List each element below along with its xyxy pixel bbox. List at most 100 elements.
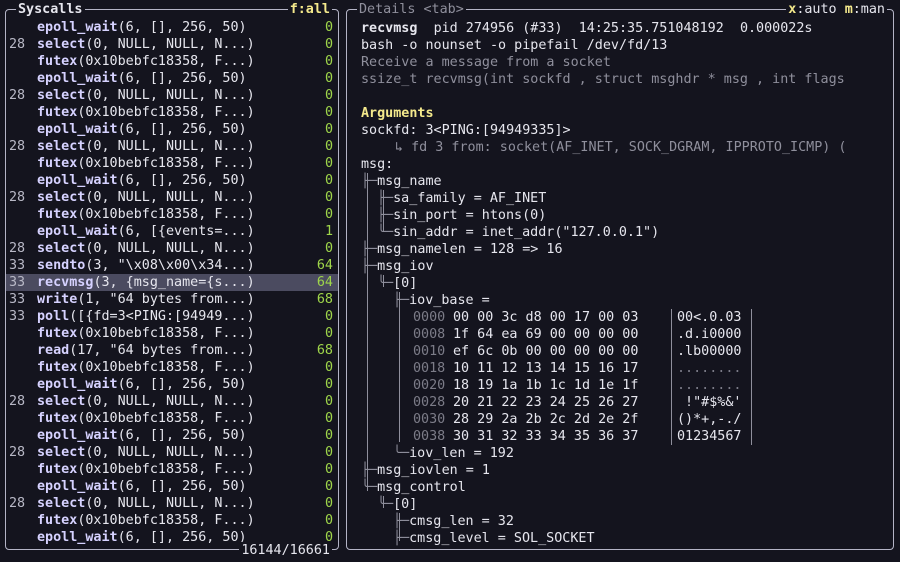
syscall-args: (6, [], 256, 50) [117,20,247,35]
syscall-call: epoll_wait(6, [], 256, 50) [37,121,247,138]
syscall-row[interactable]: 33 sendto(3, "\x08\x00\x34...) 64 [6,257,338,274]
syscall-call: epoll_wait(6, [], 256, 50) [37,529,247,546]
syscall-return: 0 [324,122,333,137]
sockfd-arg: sockfd: 3<PING:[94949335]> [361,122,571,139]
sin-addr-node: ╰─sin_addr = inet_addr("127.0.0.1") [377,225,660,240]
msg-name-label: msg_name [377,174,442,189]
syscall-return: 0 [324,360,333,375]
syscall-name: futex [37,360,78,375]
syscall-return: 0 [324,428,333,443]
syscall-row[interactable]: futex(0x10bebfc18358, F...) 0 [6,206,338,223]
syscall-row[interactable]: 28 select(0, NULL, NULL, N...) 0 [6,240,338,257]
syscall-tid: 28 [9,445,26,460]
syscall-name: select [37,37,86,52]
syscall-call: select(0, NULL, NULL, N...) [37,240,255,257]
m-key[interactable]: m [845,2,853,17]
syscall-name: futex [37,156,78,171]
syscall-args: (3, {msg_name={s...) [93,275,255,290]
hexdump-bytes: 28 29 2a 2b 2c 2d 2e 2f [453,412,639,427]
syscall-row[interactable]: epoll_wait(6, [], 256, 50) 0 [6,172,338,189]
tree-line-iov-0 [399,292,400,442]
syscall-call: futex(0x10bebfc18358, F...) [37,206,255,223]
syscall-row-selected[interactable]: 33 recvmsg(3, {msg_name={s...) 64 [6,274,338,291]
syscall-call: futex(0x10bebfc18358, F...) [37,512,255,529]
syscall-name: select [37,445,86,460]
syscall-name: futex [37,326,78,341]
syscall-return: 1 [324,224,333,239]
syscall-row[interactable]: futex(0x10bebfc18358, F...) 0 [6,461,338,478]
iov-len-label: iov_len = 192 [409,446,514,461]
syscall-args: (0, NULL, NULL, N...) [85,190,255,205]
syscall-args: (6, [], 256, 50) [117,479,247,494]
syscall-tid: 33 [9,258,26,273]
syscall-name: futex [37,54,78,69]
msg-iovlen-node: ├─msg_iovlen = 1 [361,463,490,478]
msg-control-node: ╰─msg_control [361,480,466,495]
syscall-call: read(17, "64 bytes from...) [37,342,255,359]
syscalls-panel[interactable]: Syscalls f:all epoll_wait(6, [], 256, 50… [5,1,339,559]
syscall-row[interactable]: 28 select(0, NULL, NULL, N...) 0 [6,189,338,206]
syscall-return: 0 [324,309,333,324]
syscall-call: select(0, NULL, NULL, N...) [37,87,255,104]
syscall-row[interactable]: 28 select(0, NULL, NULL, N...) 0 [6,87,338,104]
syscall-row[interactable]: futex(0x10bebfc18358, F...) 0 [6,53,338,70]
details-header: recvmsg pid 274956 (#33) 14:25:35.751048… [361,20,813,37]
syscall-call: select(0, NULL, NULL, N...) [37,495,255,512]
hexdump-ascii: ........ [677,378,742,393]
syscall-name: epoll_wait [37,530,118,545]
syscall-name: epoll_wait [37,122,118,137]
sa-family-node: ├─sa_family = AF_INET [377,191,547,206]
syscall-tid: 28 [9,496,26,511]
hexdump-bytes: ef 6c 0b 00 00 00 00 00 [453,344,639,359]
syscall-row[interactable]: 28 select(0, NULL, NULL, N...) 0 [6,36,338,53]
syscall-args: (0x10bebfc18358, F...) [77,156,255,171]
syscall-row[interactable]: 28 select(0, NULL, NULL, N...) 0 [6,495,338,512]
syscall-row[interactable]: epoll_wait(6, [], 256, 50) 0 [6,376,338,393]
hexdump-ascii: 01234567 [677,429,742,444]
cmsg-level-label: cmsg_level = SOL_SOCKET [409,531,595,546]
hexdump-offset: 0018 [413,361,446,376]
syscall-name: epoll_wait [37,20,118,35]
syscall-description: Receive a message from a socket [361,55,611,70]
iov-index-node: ╰─[0] [377,276,418,291]
syscall-row[interactable]: 28 select(0, NULL, NULL, N...) 0 [6,393,338,410]
syscall-row[interactable]: 28 select(0, NULL, NULL, N...) 0 [6,138,338,155]
details-options[interactable]: x:auto m:man [786,1,887,18]
syscall-name: epoll_wait [37,71,118,86]
syscall-return: 0 [324,71,333,86]
syscall-row[interactable]: futex(0x10bebfc18358, F...) 0 [6,359,338,376]
syscall-row[interactable]: epoll_wait(6, [], 256, 50) 0 [6,478,338,495]
syscall-return: 0 [324,394,333,409]
syscall-tid: 28 [9,88,26,103]
syscall-row[interactable]: read(17, "64 bytes from...) 68 [6,342,338,359]
syscall-name: poll [37,309,70,324]
syscall-row[interactable]: epoll_wait(6, [], 256, 50) 0 [6,427,338,444]
syscall-call: futex(0x10bebfc18358, F...) [37,155,255,172]
syscall-filter[interactable]: f:all [287,1,332,18]
hexdump-offset: 0038 [413,429,446,444]
cmsg-len-label: cmsg_len = 32 [409,514,514,529]
syscall-row[interactable]: futex(0x10bebfc18358, F...) 0 [6,325,338,342]
syscall-row[interactable]: 33 poll([{fd=3<PING:[94949...) 0 [6,308,338,325]
syscall-name: epoll_wait [37,173,118,188]
syscall-row[interactable]: futex(0x10bebfc18358, F...) 0 [6,512,338,529]
syscall-row[interactable]: 28 select(0, NULL, NULL, N...) 0 [6,444,338,461]
tab-hint: <tab> [423,2,464,17]
sockfd-value: 3<PING:[94949335]> [425,123,571,138]
syscall-row[interactable]: 33 write(1, "64 bytes from...) 68 [6,291,338,308]
tree-line-msg [367,173,368,491]
syscall-row[interactable]: futex(0x10bebfc18358, F...) 0 [6,155,338,172]
syscall-row[interactable]: epoll_wait(6, [], 256, 50) 0 [6,19,338,36]
syscall-args: (17, "64 bytes from...) [69,343,255,358]
details-panel[interactable]: Details <tab> x:auto m:man recvmsg pid 2… [346,1,894,550]
syscall-row[interactable]: epoll_wait(6, [], 256, 50) 0 [6,70,338,87]
syscall-call: epoll_wait(6, [{events=...) [37,223,255,240]
syscall-row[interactable]: epoll_wait(6, [], 256, 50) 0 [6,121,338,138]
syscall-row[interactable]: futex(0x10bebfc18358, F...) 0 [6,410,338,427]
syscall-row[interactable]: epoll_wait(6, [{events=...) 1 [6,223,338,240]
syscall-name: epoll_wait [37,224,118,239]
syscall-row[interactable]: futex(0x10bebfc18358, F...) 0 [6,104,338,121]
syscall-call: select(0, NULL, NULL, N...) [37,189,255,206]
syscall-name: recvmsg [37,275,94,290]
syscall-name: futex [37,462,78,477]
